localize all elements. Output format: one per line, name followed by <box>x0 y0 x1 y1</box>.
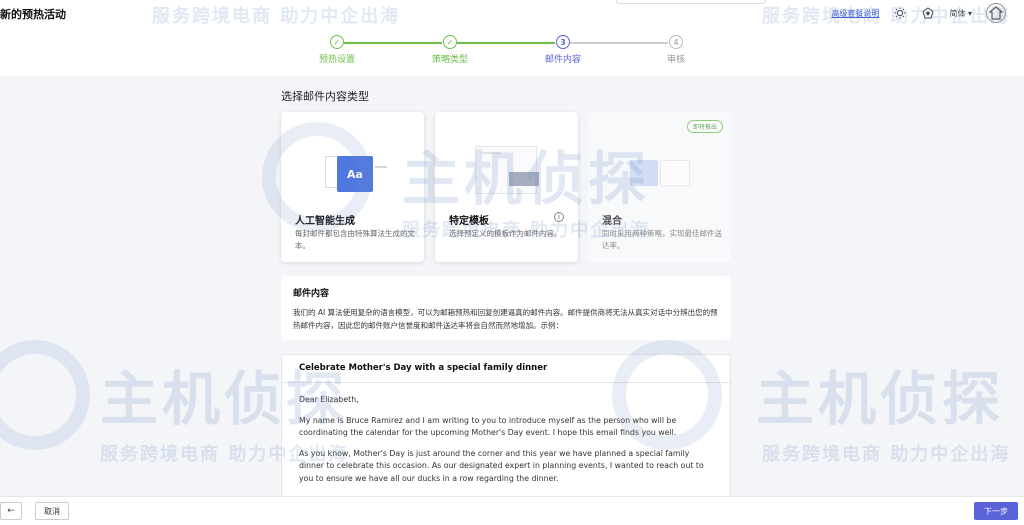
card-title: 混合 <box>602 216 622 227</box>
page-title: 新的预热活动 <box>0 8 66 21</box>
plan-info-link[interactable]: 高级套餐说明 <box>831 8 879 19</box>
header-actions: 高级套餐说明 简体 ▾ <box>831 3 1006 23</box>
card-description: 同时采用两种策略，实现最佳邮件送达率。 <box>602 229 722 250</box>
email-paragraph: As you know, Mother's Day is just around… <box>299 448 704 483</box>
next-button[interactable]: 下一步 <box>974 502 1018 520</box>
watermark-brand: 主机侦探 <box>756 365 1005 433</box>
step-email-content[interactable]: 3 邮件内容 <box>523 35 603 65</box>
check-icon: ✓ <box>330 35 344 49</box>
watermark-logo <box>0 340 90 450</box>
email-body: Dear Elizabeth, My name is Bruce Ramirez… <box>282 383 730 496</box>
step-label: 预热设置 <box>318 55 355 65</box>
option-card-mixed: 即将推出 混合 同时采用两种策略，实现最佳邮件送达率。 <box>588 112 731 262</box>
email-paragraph: My name is Bruce Ramirez and I am writin… <box>299 415 677 438</box>
font-icon: Aa <box>337 156 373 192</box>
step-label: 邮件内容 <box>544 55 581 65</box>
info-icon[interactable]: i <box>554 212 564 222</box>
dropdown-panel-edge <box>616 0 766 4</box>
language-selector[interactable]: 简体 ▾ <box>949 8 972 19</box>
step-warmup-settings[interactable]: ✓ 预热设置 <box>297 35 377 65</box>
card-title: 人工智能生成 <box>295 216 355 227</box>
theme-icon[interactable] <box>893 6 907 20</box>
check-icon: ✓ <box>443 35 457 49</box>
step-number: 4 <box>669 35 683 49</box>
email-subject: Celebrate Mother's Day with a special fa… <box>282 355 730 383</box>
progress-stepper: ✓ 预热设置 ✓ 策略类型 3 邮件内容 4 审核 <box>0 28 1024 76</box>
content-info-text: 我们的 AI 算法使用复杂的语言模型，可以为邮箱预热和回复创建逼真的邮件内容。邮… <box>293 308 718 330</box>
cancel-button[interactable]: 取消 <box>35 502 69 520</box>
card-title: 特定模板 <box>449 216 489 227</box>
template-illustration <box>471 142 541 202</box>
option-card-ai-generated[interactable]: Aa 人工智能生成 每封邮件都包含由特殊算法生成的文本。 <box>281 112 424 262</box>
back-button[interactable]: ← <box>0 502 22 520</box>
footer-bar: ← 取消 下一步 <box>0 496 1024 525</box>
coming-soon-badge: 即将推出 <box>686 120 723 133</box>
arrow-left-icon: ← <box>7 506 15 516</box>
language-label: 简体 <box>949 8 966 18</box>
top-bar: 新的预热活动 高级套餐说明 简体 ▾ <box>0 0 1024 28</box>
email-example-preview: Celebrate Mother's Day with a special fa… <box>281 354 731 496</box>
mixed-illustration <box>624 142 694 202</box>
step-number: 3 <box>556 35 570 49</box>
ai-text-illustration: Aa <box>317 142 387 202</box>
card-description: 每封邮件都包含由特殊算法生成的文本。 <box>295 229 415 250</box>
step-label: 审核 <box>666 55 685 65</box>
step-review[interactable]: 4 审核 <box>636 35 716 65</box>
content-info-heading: 邮件内容 <box>293 289 330 299</box>
step-strategy-type[interactable]: ✓ 策略类型 <box>410 35 490 65</box>
avatar-icon[interactable] <box>986 3 1006 23</box>
step-label: 策略类型 <box>431 55 468 65</box>
content-info-panel: 邮件内容 我们的 AI 算法使用复杂的语言模型，可以为邮箱预热和回复创建逼真的邮… <box>281 276 731 340</box>
watermark-text: 服务跨境电商 助力中企出海 <box>762 444 1011 465</box>
card-description: 选择预定义的模板作为邮件内容。 <box>449 229 562 238</box>
email-paragraph: Dear Elizabeth, <box>299 395 359 404</box>
option-card-template[interactable]: 特定模板 i 选择预定义的模板作为邮件内容。 <box>435 112 578 262</box>
section-title: 选择邮件内容类型 <box>281 90 369 103</box>
gem-icon[interactable] <box>921 6 935 20</box>
